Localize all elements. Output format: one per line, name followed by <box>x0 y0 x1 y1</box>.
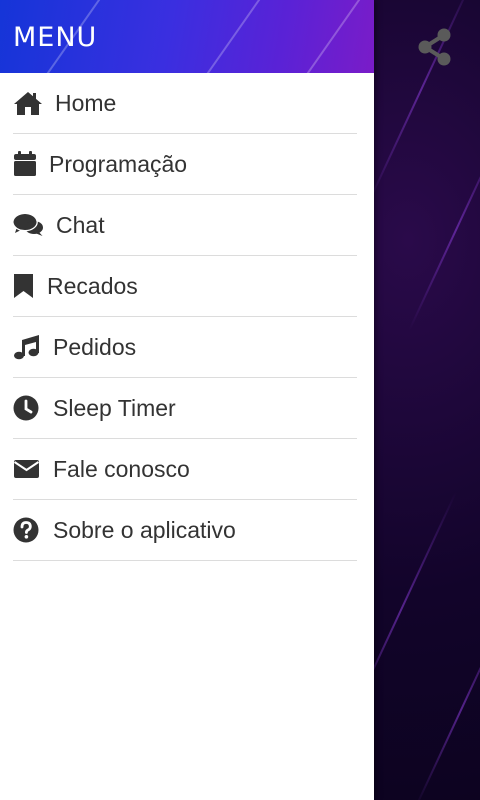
home-icon <box>13 90 43 116</box>
question-circle-icon <box>13 517 41 543</box>
calendar-icon <box>13 151 37 177</box>
drawer-title: MENU <box>13 22 98 53</box>
menu-item-recados[interactable]: Recados <box>13 256 357 317</box>
menu-item-label: Home <box>55 89 117 116</box>
share-button[interactable] <box>414 26 456 68</box>
menu-item-chat[interactable]: Chat <box>13 195 357 256</box>
menu-list: Home Programação Chat Recados Pedidos Sl… <box>0 73 374 561</box>
menu-item-label: Programação <box>49 150 188 177</box>
clock-icon <box>13 395 41 421</box>
menu-item-label: Chat <box>56 211 105 238</box>
app-screen: MENU Home Programação Chat Recados Pedid… <box>0 0 480 800</box>
menu-item-label: Sobre o aplicativo <box>53 516 236 543</box>
chat-bubbles-icon <box>13 212 44 238</box>
menu-item-sobre-o-aplicativo[interactable]: Sobre o aplicativo <box>13 500 357 561</box>
menu-item-label: Sleep Timer <box>53 394 176 421</box>
menu-item-sleep-timer[interactable]: Sleep Timer <box>13 378 357 439</box>
bookmark-icon <box>13 273 35 299</box>
navigation-drawer: MENU Home Programação Chat Recados Pedid… <box>0 0 374 800</box>
share-icon <box>418 28 451 66</box>
drawer-header: MENU <box>0 0 374 73</box>
envelope-icon <box>13 458 41 480</box>
menu-item-label: Fale conosco <box>53 455 190 482</box>
menu-item-home[interactable]: Home <box>13 73 357 134</box>
music-note-icon <box>13 334 41 360</box>
menu-item-label: Recados <box>47 272 138 299</box>
menu-item-pedidos[interactable]: Pedidos <box>13 317 357 378</box>
menu-item-fale-conosco[interactable]: Fale conosco <box>13 439 357 500</box>
menu-item-programacao[interactable]: Programação <box>13 134 357 195</box>
menu-item-label: Pedidos <box>53 333 137 360</box>
